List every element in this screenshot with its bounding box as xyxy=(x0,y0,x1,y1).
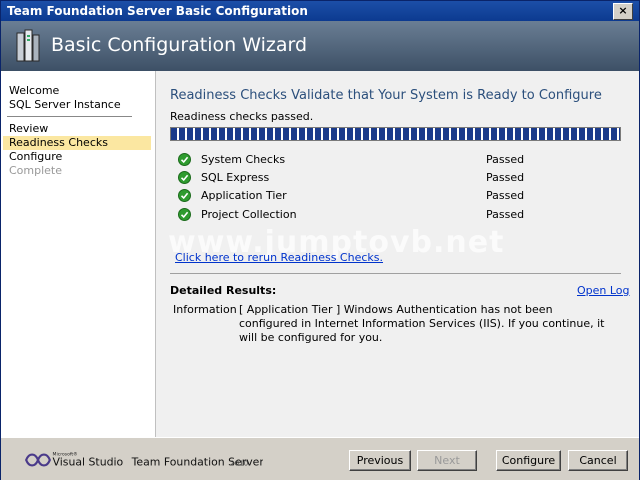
configure-button[interactable]: Configure xyxy=(496,450,561,471)
check-row: SQL Express Passed xyxy=(178,170,618,186)
step-configure[interactable]: Configure xyxy=(9,150,62,164)
open-log-link[interactable]: Open Log xyxy=(577,284,630,297)
check-status: Passed xyxy=(486,189,525,202)
server-logo-icon xyxy=(16,29,40,62)
progress-bar xyxy=(170,127,621,141)
step-review[interactable]: Review xyxy=(9,122,48,136)
rerun-checks-link[interactable]: Click here to rerun Readiness Checks. xyxy=(175,251,383,264)
page-heading: Readiness Checks Validate that Your Syst… xyxy=(170,88,602,103)
wizard-window: Team Foundation Server Basic Configurati… xyxy=(0,0,640,480)
info-message: [ Application Tier ] Windows Authenticat… xyxy=(239,303,605,344)
sidebar-divider xyxy=(7,116,132,117)
brand-year: 2010 xyxy=(230,458,249,467)
step-complete: Complete xyxy=(9,164,63,177)
check-name: SQL Express xyxy=(201,171,270,184)
check-passed-icon xyxy=(178,153,191,166)
detailed-results-title: Detailed Results: xyxy=(170,284,277,297)
check-passed-icon xyxy=(178,171,191,184)
wizard-steps-sidebar: Welcome SQL Server Instance Review Readi… xyxy=(1,71,156,437)
check-row: System Checks Passed xyxy=(178,152,618,168)
check-passed-icon xyxy=(178,189,191,202)
info-label: Information xyxy=(173,303,237,316)
progress-fill xyxy=(171,128,620,140)
wizard-header: Basic Configuration Wizard xyxy=(1,21,639,71)
cancel-button[interactable]: Cancel xyxy=(568,450,628,471)
title-bar[interactable]: Team Foundation Server Basic Configurati… xyxy=(1,1,639,21)
check-name: Project Collection xyxy=(201,208,297,221)
window-title: Team Foundation Server Basic Configurati… xyxy=(7,4,308,18)
wizard-footer: Microsoft® Visual Studio Team Foundation… xyxy=(1,437,639,480)
check-status: Passed xyxy=(486,171,525,184)
details-separator xyxy=(170,273,621,274)
check-row: Application Tier Passed xyxy=(178,188,618,204)
main-panel: Readiness Checks Validate that Your Syst… xyxy=(156,71,639,437)
check-row: Project Collection Passed xyxy=(178,207,618,223)
wizard-title: Basic Configuration Wizard xyxy=(51,34,308,56)
next-button: Next xyxy=(417,450,477,471)
check-name: System Checks xyxy=(201,153,286,166)
check-status: Passed xyxy=(486,208,525,221)
close-button[interactable]: × xyxy=(613,3,633,20)
status-text: Readiness checks passed. xyxy=(170,110,314,123)
brand-visual-studio: Visual Studio xyxy=(53,455,124,468)
previous-button[interactable]: Previous xyxy=(349,450,411,471)
visual-studio-logo-icon: Microsoft® Visual Studio Team Foundation… xyxy=(25,450,263,468)
check-name: Application Tier xyxy=(201,189,287,202)
step-readiness-checks[interactable]: Readiness Checks xyxy=(3,136,151,150)
check-passed-icon xyxy=(178,208,191,221)
step-welcome[interactable]: Welcome xyxy=(9,84,59,98)
step-sql-server-instance[interactable]: SQL Server Instance xyxy=(9,98,121,112)
check-status: Passed xyxy=(486,153,525,166)
